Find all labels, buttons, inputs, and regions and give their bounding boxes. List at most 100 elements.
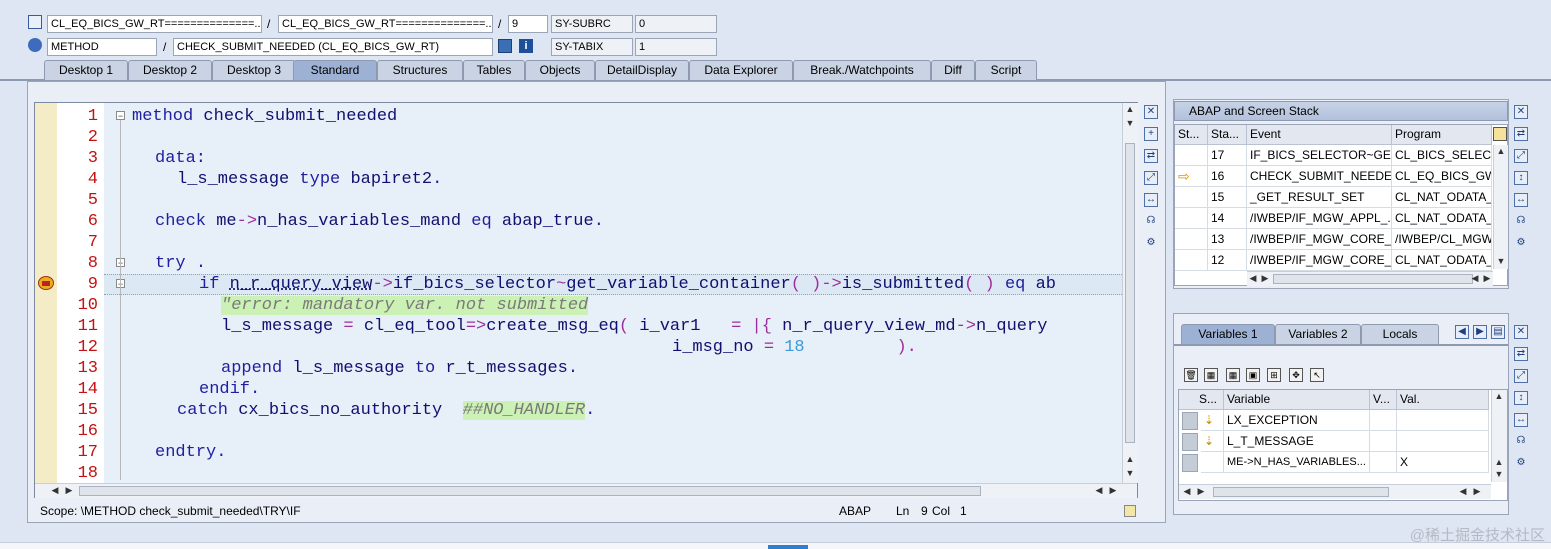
gear-icon[interactable] — [28, 38, 42, 52]
variable-name[interactable]: ME->N_HAS_VARIABLES... — [1224, 452, 1370, 473]
fold-toggle[interactable]: − — [116, 111, 125, 121]
variables-table[interactable]: S... Variable V... Val. ⇣ LX_EXCEPTION ⇣… — [1178, 389, 1508, 501]
variable-name[interactable]: LX_EXCEPTION — [1224, 410, 1370, 431]
tab-data-explorer[interactable]: Data Explorer — [689, 60, 793, 80]
headset-icon[interactable]: ☊ — [1514, 435, 1528, 449]
column-header[interactable]: St... — [1175, 125, 1208, 145]
tab-desktop-3[interactable]: Desktop 3 — [212, 60, 296, 80]
column-header[interactable]: V... — [1370, 390, 1397, 410]
scroll-down-icon[interactable]: ▲ — [1493, 456, 1505, 468]
hierarchy-icon[interactable]: ⊞ — [1267, 368, 1281, 382]
scroll-up-icon[interactable]: ▲ — [1493, 390, 1505, 402]
code-area[interactable]: − − − method check_submit_needed data: l… — [104, 103, 1122, 483]
column-header[interactable]: S... — [1179, 390, 1224, 410]
scroll-left-icon[interactable]: ◀ — [1457, 485, 1469, 497]
scroll-right-icon[interactable]: ▶ — [63, 484, 75, 496]
scroll-up-icon[interactable]: ▲ — [1124, 453, 1136, 465]
services-icon[interactable]: ⚙ — [1514, 457, 1528, 471]
stack-table[interactable]: St... Sta... Event Program 17 IF_BICS_SE… — [1174, 124, 1508, 286]
replace-icon[interactable]: ⇄ — [1514, 127, 1528, 141]
display-icon[interactable] — [498, 39, 512, 53]
source-editor[interactable]: 1 2 3 4 5 6 7 8 9 10 11 12 13 14 15 16 1… — [34, 102, 1138, 498]
close-icon[interactable]: ✕ — [1514, 325, 1528, 339]
program-field[interactable]: CL_EQ_BICS_GW_RT==============... — [47, 15, 262, 33]
scroll-left-icon[interactable]: ◀ — [1181, 485, 1193, 497]
maximize-icon[interactable]: ⤢ — [1514, 149, 1528, 163]
scroll-down-icon[interactable]: ▼ — [1124, 467, 1136, 479]
import-icon[interactable]: ▦ — [1226, 368, 1240, 382]
scroll-left-icon[interactable]: ◀ — [49, 484, 61, 496]
variables-hscroll[interactable]: ◀ ▶ ◀ ▶ — [1179, 484, 1491, 499]
row-selector[interactable] — [1182, 454, 1198, 472]
table-cell[interactable]: CL_NAT_ODATA_ — [1392, 208, 1492, 229]
scroll-left-icon[interactable]: ◀ — [1469, 272, 1481, 284]
table-cell[interactable]: CL_BICS_SELECTO — [1392, 145, 1492, 166]
tab-variables-1[interactable]: Variables 1 — [1181, 324, 1275, 344]
event-type-field[interactable]: METHOD — [47, 38, 157, 56]
tab-right-icon[interactable]: ▶ — [1473, 325, 1487, 339]
tab-breakpoints[interactable]: Break./Watchpoints — [793, 60, 931, 80]
save-icon[interactable]: ▣ — [1246, 368, 1260, 382]
event-name-field[interactable]: CHECK_SUBMIT_NEEDED (CL_EQ_BICS_GW_RT) — [173, 38, 493, 56]
editor-vscroll[interactable]: ▲ ▼ ▲ ▼ — [1122, 103, 1138, 483]
scroll-thumb[interactable] — [1273, 274, 1473, 284]
vertical-split-icon[interactable]: ↕ — [1514, 391, 1528, 405]
table-cell[interactable]: CL_NAT_ODATA_ — [1392, 187, 1492, 208]
stack-hscroll[interactable]: ◀ ▶ ◀ ▶ — [1247, 271, 1493, 286]
headset-icon[interactable]: ☊ — [1144, 215, 1158, 229]
replace-icon[interactable]: ⇄ — [1144, 149, 1158, 163]
vertical-split-icon[interactable]: ↕ — [1514, 171, 1528, 185]
column-header[interactable]: Event — [1247, 125, 1392, 145]
scroll-down-icon[interactable]: ▼ — [1495, 255, 1507, 267]
scroll-thumb[interactable] — [1213, 487, 1389, 497]
scroll-thumb[interactable] — [1125, 143, 1135, 443]
new-tool-icon[interactable]: + — [1144, 127, 1158, 141]
tab-objects[interactable]: Objects — [525, 60, 595, 80]
notes-icon[interactable] — [1124, 505, 1136, 517]
scroll-up-icon[interactable]: ▼ — [1124, 117, 1136, 129]
scroll-right-icon[interactable]: ▶ — [1481, 272, 1493, 284]
column-header[interactable]: Program — [1392, 125, 1492, 145]
tab-list-icon[interactable]: ▤ — [1491, 325, 1505, 339]
headset-icon[interactable]: ☊ — [1514, 215, 1528, 229]
table-cell[interactable]: CL_NAT_ODATA_ — [1392, 250, 1492, 271]
row-selector[interactable] — [1182, 433, 1198, 451]
tab-desktop-2[interactable]: Desktop 2 — [128, 60, 212, 80]
variable-name[interactable]: L_T_MESSAGE — [1224, 431, 1370, 452]
tab-desktop-1[interactable]: Desktop 1 — [44, 60, 128, 80]
export-icon[interactable]: ▦ — [1204, 368, 1218, 382]
scroll-up-icon[interactable]: ▲ — [1124, 103, 1136, 115]
maximize-icon[interactable]: ⤢ — [1514, 369, 1528, 383]
delete-icon[interactable]: 🗑 — [1184, 368, 1198, 382]
maximize-icon[interactable]: ⤢ — [1144, 171, 1158, 185]
layout-icon[interactable] — [1493, 127, 1507, 141]
scroll-left-icon[interactable]: ◀ — [1247, 272, 1259, 284]
services-icon[interactable]: ⚙ — [1144, 237, 1158, 251]
scroll-right-icon[interactable]: ▶ — [1259, 272, 1271, 284]
tab-diff[interactable]: Diff — [931, 60, 975, 80]
swap-icon[interactable]: ↔ — [1514, 193, 1528, 207]
table-cell[interactable]: CHECK_SUBMIT_NEEDED — [1247, 166, 1392, 187]
table-cell[interactable]: /IWBEP/IF_MGW_CORE_... — [1247, 250, 1392, 271]
list-icon[interactable] — [28, 15, 42, 29]
table-cell[interactable]: CL_EQ_BICS_GW_ — [1392, 166, 1492, 187]
close-icon[interactable]: ✕ — [1514, 105, 1528, 119]
scroll-down-icon[interactable]: ▼ — [1493, 468, 1505, 480]
tab-standard[interactable]: Standard — [293, 60, 377, 80]
scroll-right-icon[interactable]: ▶ — [1195, 485, 1207, 497]
tab-script[interactable]: Script — [975, 60, 1037, 80]
replace-icon[interactable]: ⇄ — [1514, 347, 1528, 361]
stack-vscroll[interactable]: ▲ ▼ — [1493, 145, 1508, 269]
tab-tables[interactable]: Tables — [463, 60, 525, 80]
table-cell[interactable]: /IWBEP/IF_MGW_CORE_... — [1247, 229, 1392, 250]
navigate-icon[interactable]: ✥ — [1289, 368, 1303, 382]
column-header[interactable]: Val. — [1397, 390, 1489, 410]
tab-variables-2[interactable]: Variables 2 — [1275, 324, 1361, 344]
editor-hscroll[interactable]: ◀ ▶ ◀ ▶ — [35, 483, 1137, 498]
services-icon[interactable]: ⚙ — [1514, 237, 1528, 251]
table-cell[interactable]: IF_BICS_SELECTOR~GE... — [1247, 145, 1392, 166]
scroll-left-icon[interactable]: ◀ — [1093, 484, 1105, 496]
column-header[interactable]: Variable — [1224, 390, 1370, 410]
scroll-thumb[interactable] — [79, 486, 981, 496]
table-cell[interactable]: _GET_RESULT_SET — [1247, 187, 1392, 208]
